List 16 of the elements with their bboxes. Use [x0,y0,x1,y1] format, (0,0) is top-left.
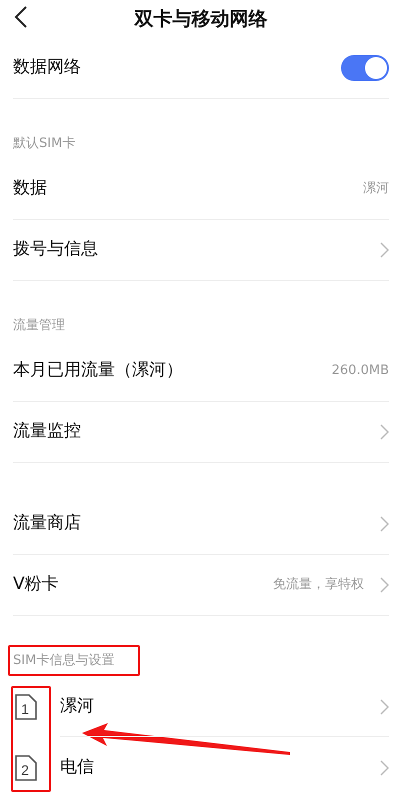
row-label: 数据网络 [13,56,81,80]
toggle-switch[interactable] [341,55,389,81]
section-header: 流量管理 [13,316,65,334]
page-title: 双卡与移动网络 [134,6,268,32]
settings-row[interactable]: 2 电信 [0,737,389,795]
settings-row[interactable]: 拨号与信息 [13,220,389,281]
sim-card-icon: 1 [14,692,38,720]
section-header: SIM卡信息与设置 [13,652,114,670]
section-header: 默认SIM卡 [13,134,76,152]
settings-row[interactable]: 流量商店 [13,494,389,555]
settings-row[interactable]: 流量监控 [13,402,389,463]
settings-row[interactable]: 数据 漯河 [13,159,389,220]
settings-row[interactable]: V粉卡 免流量，享特权 [13,555,389,616]
sim-card-icon: 2 [14,754,38,782]
settings-row[interactable]: 本月已用流量（漯河） 260.0MB [13,341,389,402]
settings-row[interactable]: 1 漯河 [0,676,389,737]
